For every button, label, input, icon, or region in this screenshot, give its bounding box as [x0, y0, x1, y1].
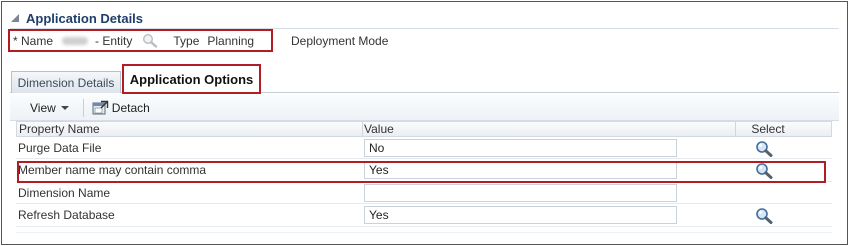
detach-button[interactable]: Detach — [92, 100, 150, 116]
tab-bar: Dimension Details Application Options — [10, 64, 839, 94]
view-menu[interactable]: View — [30, 101, 69, 115]
column-header-value[interactable]: Value — [364, 122, 394, 136]
name-type-group: * Name - Entity Type Planning — [8, 29, 273, 52]
grid-header: Property Name Value Select — [16, 121, 832, 137]
entity-label: - Entity — [95, 33, 133, 48]
table-row[interactable]: Member name may contain comma Yes — [16, 159, 832, 182]
table-row[interactable]: Refresh Database Yes — [16, 204, 832, 227]
property-name-cell: Member name may contain comma — [18, 163, 207, 177]
type-value: Planning — [207, 33, 255, 48]
magnifier-icon[interactable] — [755, 140, 773, 157]
value-field[interactable]: No — [364, 139, 677, 157]
value-field[interactable] — [364, 183, 677, 202]
column-header-property-name[interactable]: Property Name — [19, 122, 100, 136]
detach-icon — [92, 100, 108, 114]
detach-label: Detach — [111, 100, 150, 115]
toolbar-separator — [82, 98, 84, 117]
property-name-cell: Dimension Name — [18, 185, 111, 200]
column-divider[interactable] — [362, 122, 363, 136]
value-field[interactable]: Yes — [364, 161, 677, 179]
panel-title: Application Details — [26, 10, 144, 26]
grid-toolbar: View Detach — [10, 95, 839, 121]
property-name-cell: Refresh Database — [18, 208, 115, 222]
panel-header: Application Details — [10, 9, 143, 27]
table-row[interactable]: Dimension Name — [16, 182, 832, 204]
properties-grid: Property Name Value Select Purge Data Fi… — [16, 121, 832, 227]
name-label: * Name — [13, 33, 54, 48]
magnifier-icon[interactable] — [755, 207, 773, 224]
grid-bottom-rule — [16, 232, 832, 233]
tab-dimension-details[interactable]: Dimension Details — [11, 71, 121, 93]
column-header-select[interactable]: Select — [750, 122, 786, 136]
redacted-name-value — [62, 36, 89, 45]
collapse-triangle-icon[interactable] — [10, 13, 20, 23]
chevron-down-icon — [60, 105, 69, 110]
deployment-mode-label: Deployment Mode — [291, 34, 389, 48]
value-field[interactable]: Yes — [364, 206, 677, 224]
magnifier-icon[interactable] — [755, 162, 773, 179]
tab-application-options[interactable]: Application Options — [122, 64, 261, 94]
property-name-cell: Purge Data File — [18, 141, 102, 155]
table-row[interactable]: Purge Data File No — [16, 137, 832, 159]
view-menu-label: View — [30, 100, 56, 115]
magnifier-icon[interactable] — [142, 33, 158, 48]
type-label: Type — [173, 33, 200, 48]
column-divider[interactable] — [735, 122, 736, 136]
